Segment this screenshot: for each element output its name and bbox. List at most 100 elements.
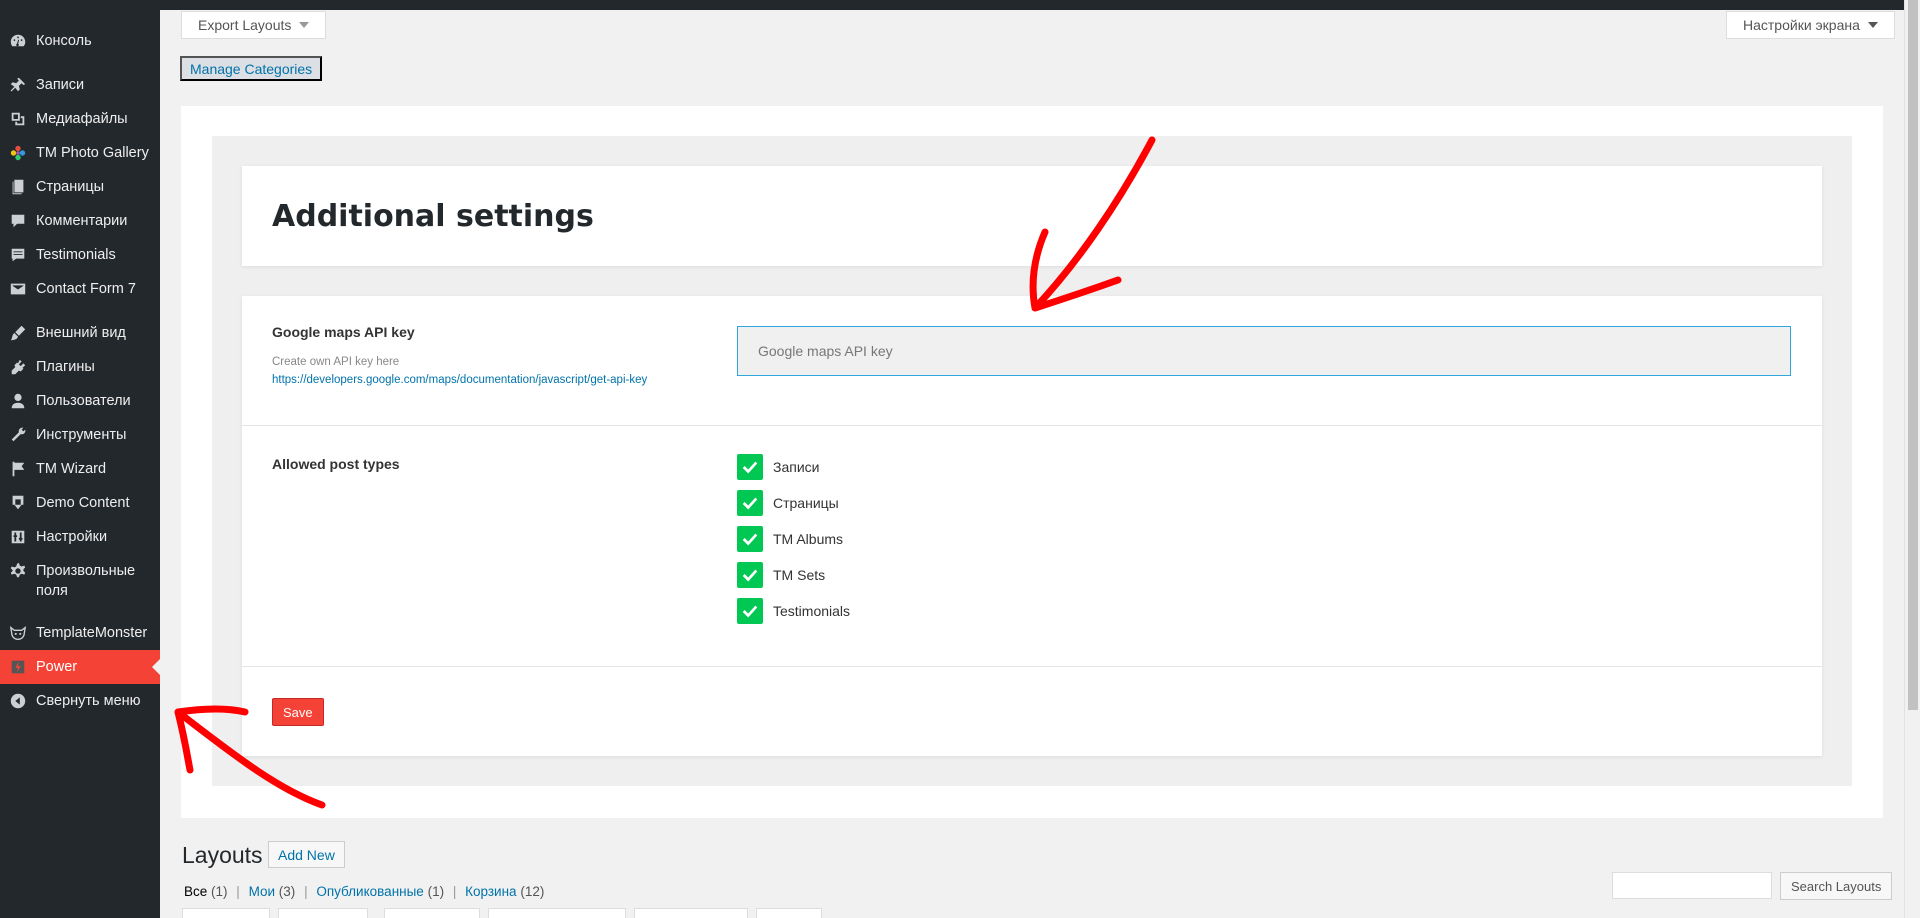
sidebar-item-label: Свернуть меню — [36, 693, 141, 709]
sidebar-item-custom-fields[interactable]: Произвольные поля — [0, 554, 160, 606]
filter-all[interactable]: Все — [184, 884, 207, 899]
sidebar-item-appearance[interactable]: Внешний вид — [0, 316, 160, 350]
api-key-label: Google maps API key — [272, 324, 415, 340]
search-layouts-input[interactable] — [1612, 872, 1772, 899]
sidebar-item-settings[interactable]: Настройки — [0, 520, 160, 554]
pages-icon — [8, 177, 28, 197]
checkbox-label: Страницы — [773, 495, 839, 511]
sidebar-item-posts[interactable]: Записи — [0, 68, 160, 102]
filter-published-count: (1) — [427, 884, 445, 899]
flag-icon — [8, 459, 28, 479]
screen-options-button[interactable]: Настройки экрана — [1726, 11, 1895, 39]
table-header-cell — [488, 908, 626, 918]
user-icon — [8, 391, 28, 411]
main-content: Export Layouts Настройки экрана Manage C… — [160, 0, 1904, 918]
api-key-row: Google maps API key Create own API key h… — [242, 296, 1822, 426]
checkmark-icon[interactable] — [737, 526, 763, 552]
search-layouts-button[interactable]: Search Layouts — [1780, 872, 1893, 900]
sidebar-item-label: TemplateMonster — [36, 625, 148, 641]
filter-separator: | — [304, 884, 308, 899]
power-icon — [8, 657, 28, 677]
sidebar-item-label: Инструменты — [36, 427, 127, 443]
comment-icon — [8, 211, 28, 231]
post-type-checkbox-tm-albums[interactable]: TM Albums — [737, 526, 850, 552]
settings-form: Google maps API key Create own API key h… — [242, 296, 1822, 756]
filter-mine-count: (3) — [278, 884, 296, 899]
save-button[interactable]: Save — [272, 698, 324, 726]
sidebar-item-testimonials[interactable]: Testimonials — [0, 238, 160, 272]
sidebar-item-power[interactable]: Power — [0, 650, 160, 684]
export-layouts-button[interactable]: Export Layouts — [181, 11, 327, 39]
manage-categories-button[interactable]: Manage Categories — [180, 56, 323, 81]
post-type-checkbox-testimonials[interactable]: Testimonials — [737, 598, 850, 624]
paintbrush-icon — [8, 323, 28, 343]
sidebar-item-demo-content[interactable]: Demo Content — [0, 486, 160, 520]
pushpin-icon — [8, 75, 28, 95]
sidebar-item-label: Медиафайлы — [36, 111, 128, 127]
layouts-table-header — [182, 908, 822, 918]
checkmark-icon[interactable] — [737, 562, 763, 588]
post-type-checkbox-tm-sets[interactable]: TM Sets — [737, 562, 850, 588]
checkbox-label: Testimonials — [773, 603, 851, 619]
api-key-doc-link[interactable]: https://developers.google.com/maps/docum… — [272, 371, 647, 389]
sidebar-item-label: Комментарии — [36, 213, 128, 229]
settings-container: Additional settings Google maps API key … — [181, 106, 1883, 818]
filter-all-count: (1) — [211, 884, 228, 899]
envelope-icon — [8, 279, 28, 299]
filter-published[interactable]: Опубликованные — [316, 884, 423, 899]
post-type-checkbox-pages[interactable]: Страницы — [737, 490, 850, 516]
settings-panel: Additional settings Google maps API key … — [212, 136, 1852, 786]
sidebar-item-label: Страницы — [36, 179, 105, 195]
sidebar-item-label: Консоль — [36, 33, 92, 49]
page-scrollbar[interactable] — [1904, 0, 1920, 918]
scrollbar-thumb[interactable] — [1908, 0, 1918, 710]
testimonials-icon — [8, 245, 28, 265]
filter-trash-count: (12) — [520, 884, 545, 899]
plugin-icon — [8, 357, 28, 377]
sidebar-item-dashboard[interactable]: Консоль — [0, 24, 160, 58]
sidebar-item-tm-photo-gallery[interactable]: TM Photo Gallery — [0, 136, 160, 170]
sidebar-item-collapse[interactable]: Свернуть меню — [0, 684, 160, 718]
admin-sidebar: Консоль Записи Медиафайлы TM Photo Galle… — [0, 0, 160, 918]
api-key-input[interactable] — [737, 326, 1791, 376]
sidebar-item-comments[interactable]: Комментарии — [0, 204, 160, 238]
filter-trash[interactable]: Корзина — [465, 884, 516, 899]
sidebar-item-label: Testimonials — [36, 247, 116, 263]
sidebar-item-contact-form[interactable]: Contact Form 7 — [0, 272, 160, 306]
sidebar-item-pages[interactable]: Страницы — [0, 170, 160, 204]
sidebar-item-label: Настройки — [36, 529, 108, 545]
sidebar-item-label: Произвольные поля — [36, 563, 136, 599]
checkmark-icon[interactable] — [737, 598, 763, 624]
sidebar-item-tm-wizard[interactable]: TM Wizard — [0, 452, 160, 486]
sidebar-item-label: Записи — [36, 77, 85, 93]
sidebar-item-tools[interactable]: Инструменты — [0, 418, 160, 452]
sidebar-item-label: Contact Form 7 — [36, 281, 136, 297]
sidebar-item-label: Внешний вид — [36, 325, 126, 341]
checkmark-icon[interactable] — [737, 490, 763, 516]
templatemonster-icon — [8, 623, 28, 643]
save-row: Save — [242, 667, 1822, 756]
sidebar-item-plugins[interactable]: Плагины — [0, 350, 160, 384]
filter-mine[interactable]: Мои — [249, 884, 275, 899]
sidebar-item-media[interactable]: Медиафайлы — [0, 102, 160, 136]
sidebar-item-templatemonster[interactable]: TemplateMonster — [0, 616, 160, 650]
post-types-checklist: Записи Страницы TM Albums TM Sets Testim… — [737, 454, 850, 634]
chevron-down-icon — [1867, 22, 1878, 28]
api-key-desc-text: Create own API key here — [272, 356, 400, 368]
checkbox-label: TM Sets — [773, 567, 826, 583]
page-title: Additional settings — [272, 198, 594, 234]
sidebar-item-label: Пользователи — [36, 393, 131, 409]
export-layouts-label: Export Layouts — [198, 17, 292, 33]
checkbox-label: TM Albums — [773, 531, 844, 547]
filter-separator: | — [452, 884, 457, 899]
add-new-layout-button[interactable]: Add New — [268, 841, 345, 868]
download-icon — [8, 493, 28, 513]
layout-status-filters: Все (1) | Мои (3) | Опубликованные (1) |… — [184, 884, 544, 899]
table-header-cell — [384, 908, 480, 918]
post-types-label: Allowed post types — [272, 456, 400, 472]
post-type-checkbox-posts[interactable]: Записи — [737, 454, 850, 480]
sidebar-item-users[interactable]: Пользователи — [0, 384, 160, 418]
settings-header: Additional settings — [242, 166, 1822, 266]
screen-options-label: Настройки экрана — [1743, 17, 1860, 33]
checkmark-icon[interactable] — [737, 454, 763, 480]
